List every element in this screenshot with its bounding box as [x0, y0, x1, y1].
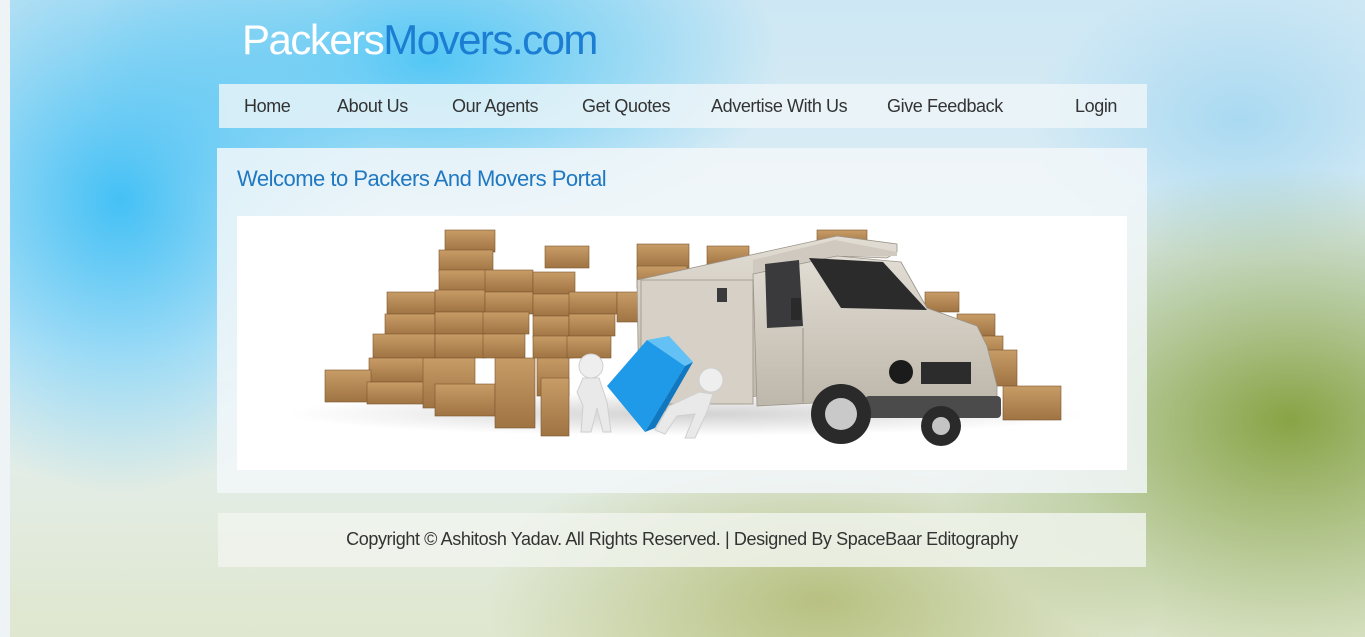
content-panel: Welcome to Packers And Movers Portal	[217, 148, 1147, 493]
banner-image	[237, 216, 1127, 470]
nav-about-us[interactable]: About Us	[337, 84, 408, 128]
site-logo[interactable]: PackersMovers.com	[242, 14, 598, 66]
copyright-text: Copyright © Ashitosh Yadav. All Rights R…	[346, 529, 1018, 549]
nav-home[interactable]: Home	[244, 84, 291, 128]
logo-text-movers: Movers.com	[383, 16, 598, 63]
nav-login[interactable]: Login	[1075, 84, 1117, 128]
left-edge-strip	[0, 0, 10, 637]
welcome-heading: Welcome to Packers And Movers Portal	[237, 166, 607, 191]
main-nav: Home About Us Our Agents Get Quotes Adve…	[219, 84, 1147, 128]
nav-advertise-with-us[interactable]: Advertise With Us	[711, 84, 848, 128]
footer: Copyright © Ashitosh Yadav. All Rights R…	[218, 513, 1146, 567]
logo-text-packers: Packers	[242, 16, 385, 63]
moving-truck-illustration	[287, 229, 1087, 446]
nav-get-quotes[interactable]: Get Quotes	[582, 84, 670, 128]
nav-our-agents[interactable]: Our Agents	[452, 84, 538, 128]
nav-give-feedback[interactable]: Give Feedback	[887, 84, 1003, 128]
